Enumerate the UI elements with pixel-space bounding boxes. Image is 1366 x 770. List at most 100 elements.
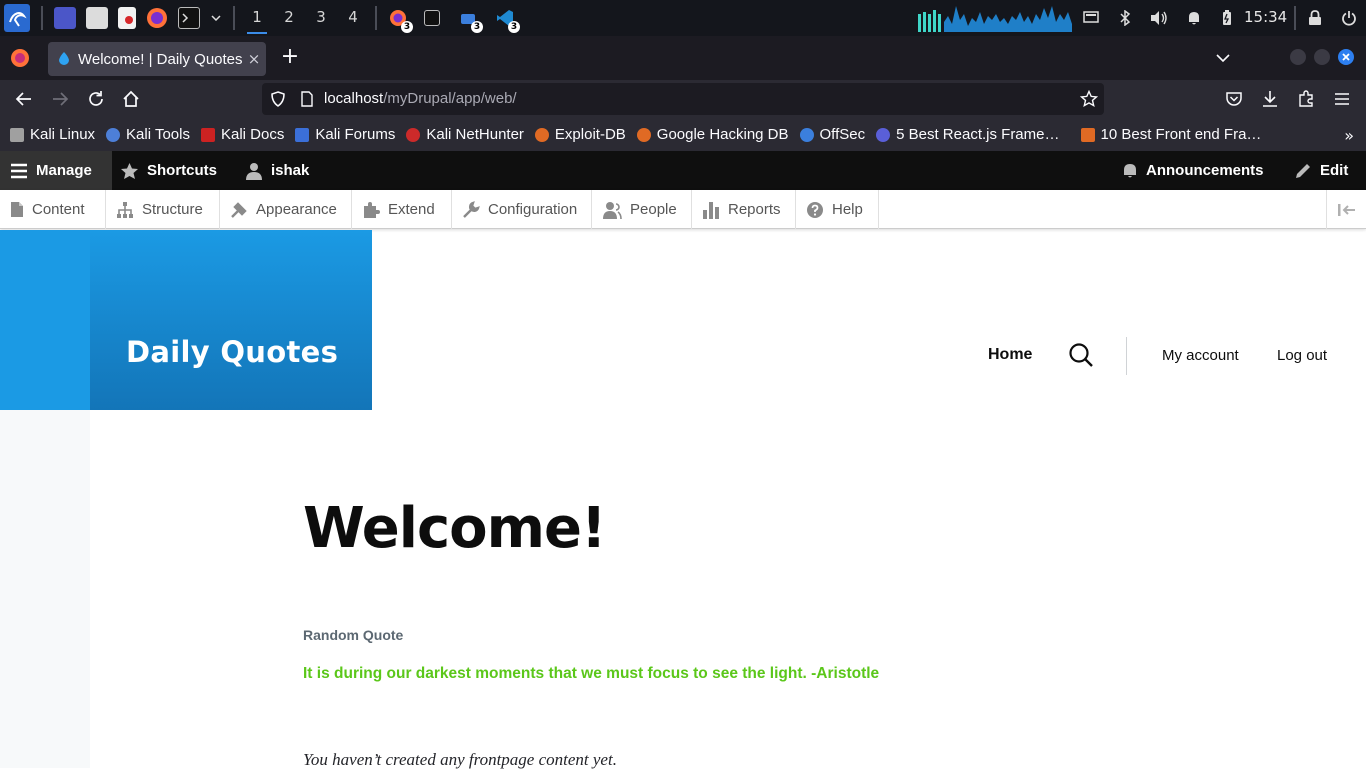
puzzle-icon	[364, 201, 380, 218]
bookmark-kali-nethunter[interactable]: Kali NetHunter	[406, 126, 524, 143]
nav-divider	[1126, 337, 1127, 375]
reload-button[interactable]	[84, 87, 108, 111]
taskbar-separator	[41, 6, 43, 30]
bookmark-offsec[interactable]: OffSec	[799, 126, 865, 143]
new-tab-button[interactable]: +	[278, 46, 302, 70]
people-icon	[603, 201, 622, 219]
page-title: Welcome!	[303, 496, 606, 561]
tray-item-label: People	[630, 201, 677, 218]
toolbar-shortcuts-tab[interactable]: Shortcuts	[120, 151, 217, 190]
display-icon[interactable]	[1078, 0, 1104, 36]
firefox-view-icon[interactable]	[8, 46, 32, 70]
hamburger-icon	[11, 163, 27, 178]
bookmark-label: Google Hacking DB	[656, 126, 789, 143]
tray-item-label: Appearance	[256, 201, 337, 218]
tray-item-people[interactable]: People	[592, 190, 692, 229]
battery-icon[interactable]	[1214, 0, 1240, 36]
bookmark-frontend-frameworks[interactable]: 10 Best Front end Fra…	[1080, 126, 1262, 143]
bookmark-label: Kali Docs	[220, 126, 285, 143]
file-manager-icon[interactable]	[86, 7, 108, 29]
drupal-admin-toolbar: Manage Shortcuts ishak Announcements Edi…	[0, 151, 1366, 190]
browser-tab[interactable]: Welcome! | Daily Quotes ×	[48, 42, 266, 76]
tray-item-extend[interactable]: Extend	[352, 190, 452, 229]
bookmark-kali-tools[interactable]: Kali Tools	[106, 126, 190, 143]
downloads-icon[interactable]	[1258, 87, 1282, 111]
log-out-link[interactable]: Log out	[1277, 347, 1327, 364]
hamburger-menu-icon[interactable]	[1330, 87, 1354, 111]
tray-item-help[interactable]: Help	[796, 190, 879, 229]
list-all-tabs-icon[interactable]	[1212, 48, 1234, 68]
home-button[interactable]	[119, 87, 143, 111]
user-icon	[246, 162, 262, 180]
workspace-2[interactable]: 2	[273, 0, 305, 36]
bookmark-kali-docs[interactable]: Kali Docs	[200, 126, 285, 143]
pocket-icon[interactable]	[1222, 87, 1246, 111]
forward-button[interactable]	[48, 87, 72, 111]
toolbar-announcements-tab[interactable]: Announcements	[1122, 151, 1264, 190]
kali-menu-icon[interactable]	[4, 4, 30, 32]
task-count-badge: 3	[508, 21, 520, 33]
workspace-3[interactable]: 3	[305, 0, 337, 36]
firefox-task-icon[interactable]: 3	[387, 7, 413, 33]
terminal-task-icon[interactable]	[424, 10, 440, 26]
toolbar-user-tab[interactable]: ishak	[245, 151, 309, 190]
bluetooth-icon[interactable]	[1112, 0, 1138, 36]
bookmarks-bar: Kali Linux Kali Tools Kali Docs Kali For…	[0, 118, 1366, 151]
terminal-icon[interactable]	[178, 7, 200, 29]
chevron-down-icon[interactable]	[210, 7, 222, 29]
bookmark-kali-linux[interactable]: Kali Linux	[10, 126, 95, 143]
lock-icon[interactable]	[1302, 0, 1328, 36]
bookmark-google-hacking-db[interactable]: Google Hacking DB	[636, 126, 789, 143]
bookmark-label: Kali Tools	[126, 126, 190, 143]
tray-item-label: Extend	[388, 201, 435, 218]
main-nav-home-link[interactable]: Home	[988, 346, 1032, 364]
tray-orientation-toggle[interactable]	[1326, 190, 1366, 229]
back-button[interactable]	[12, 87, 36, 111]
bookmark-star-icon[interactable]	[1080, 90, 1098, 108]
page-icon[interactable]	[300, 91, 314, 107]
notification-bell-icon[interactable]	[1181, 0, 1207, 36]
bookmark-exploit-db[interactable]: Exploit-DB	[534, 126, 626, 143]
kali-forums-icon	[295, 127, 310, 142]
toolbar-manage-tab[interactable]: Manage	[0, 151, 112, 190]
bookmark-react-frameworks[interactable]: 5 Best React.js Frame…	[876, 126, 1060, 143]
bookmark-kali-forums[interactable]: Kali Forums	[295, 126, 395, 143]
search-icon[interactable]	[1068, 342, 1094, 368]
paint-brush-icon	[231, 201, 247, 218]
workspace-1[interactable]: 1	[241, 0, 273, 36]
close-window-button[interactable]	[1338, 49, 1354, 65]
tray-item-content[interactable]: Content	[0, 190, 106, 229]
extensions-icon[interactable]	[1294, 87, 1318, 111]
firefox-icon[interactable]	[146, 7, 168, 29]
toolbar-edit-tab[interactable]: Edit	[1294, 151, 1348, 190]
workspace-4[interactable]: 4	[337, 0, 369, 36]
pencil-icon	[1296, 163, 1310, 178]
files-task-icon[interactable]: 3	[457, 7, 483, 33]
site-name-link[interactable]: Daily Quotes	[126, 335, 338, 369]
exploit-db-icon	[534, 127, 549, 142]
help-circle-icon	[807, 201, 823, 218]
url-text[interactable]: localhost/myDrupal/app/web/	[324, 90, 517, 107]
tray-item-reports[interactable]: Reports	[692, 190, 796, 229]
kali-tools-icon	[106, 127, 121, 142]
minimize-button[interactable]	[1290, 49, 1306, 65]
shield-icon[interactable]	[270, 91, 286, 107]
site-branding-gutter	[0, 230, 90, 410]
maximize-button[interactable]	[1314, 49, 1330, 65]
taskbar-separator	[1294, 6, 1296, 30]
power-icon[interactable]	[1336, 0, 1362, 36]
desktop-icon[interactable]	[54, 7, 76, 29]
bookmark-label: 10 Best Front end Fra…	[1100, 126, 1262, 143]
vscode-task-icon[interactable]: 3	[494, 7, 520, 33]
tab-close-button[interactable]: ×	[242, 50, 266, 68]
tray-item-configuration[interactable]: Configuration	[452, 190, 592, 229]
text-editor-icon[interactable]	[118, 7, 136, 29]
tray-item-appearance[interactable]: Appearance	[220, 190, 352, 229]
clock[interactable]: 15:34	[1244, 0, 1287, 36]
volume-icon[interactable]	[1146, 0, 1172, 36]
my-account-link[interactable]: My account	[1162, 347, 1239, 364]
tray-item-structure[interactable]: Structure	[106, 190, 220, 229]
url-bar[interactable]: localhost/myDrupal/app/web/	[262, 83, 1104, 115]
tray-item-label: Structure	[142, 201, 203, 218]
bookmarks-overflow-button[interactable]: »	[1344, 126, 1354, 145]
